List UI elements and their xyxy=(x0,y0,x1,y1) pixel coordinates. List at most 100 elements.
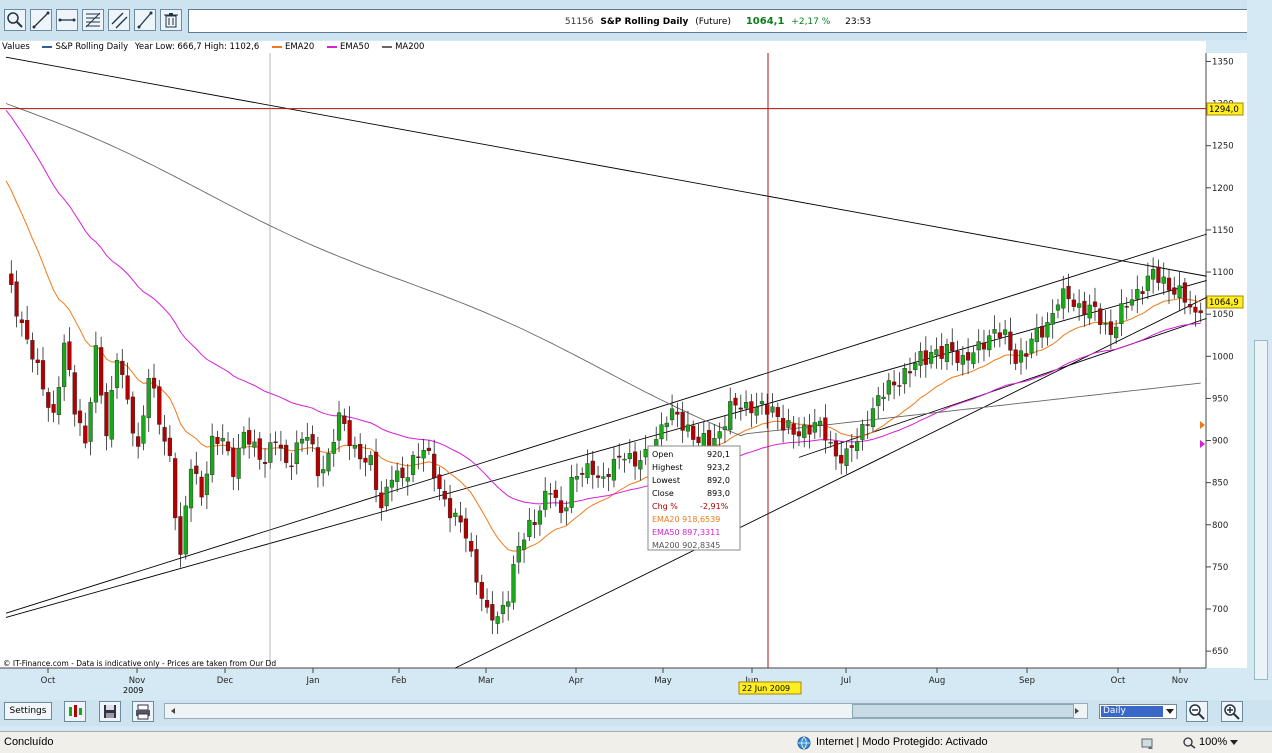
candle-body xyxy=(833,441,839,457)
candle-body xyxy=(294,442,299,465)
candle-body xyxy=(151,377,157,389)
candle-body xyxy=(379,492,384,509)
candle-body xyxy=(310,434,315,445)
candle-body xyxy=(892,381,897,386)
candle-body xyxy=(204,473,209,495)
candle-body xyxy=(907,371,913,374)
candle-body xyxy=(590,460,595,475)
candle-body xyxy=(442,490,447,500)
candle-body xyxy=(939,346,944,359)
channel-tool-icon[interactable] xyxy=(108,9,130,31)
candle-body xyxy=(77,410,83,424)
parallel-line-tool-icon[interactable] xyxy=(134,9,156,31)
candle-body xyxy=(950,342,955,352)
zoom-in-icon[interactable] xyxy=(1221,701,1243,722)
candle-body xyxy=(194,465,199,474)
zoom-icon[interactable] xyxy=(1183,737,1197,749)
candle-body xyxy=(585,463,590,479)
candle-body xyxy=(141,415,146,444)
candle-body xyxy=(987,335,992,351)
candle-body xyxy=(601,476,606,479)
settings-button[interactable]: Settings xyxy=(4,702,52,720)
candle-body xyxy=(426,447,432,452)
values-label: Values xyxy=(2,42,30,52)
candle-body xyxy=(717,431,722,439)
candle-body xyxy=(373,451,379,490)
candle-body xyxy=(40,360,46,390)
candle-body xyxy=(225,441,231,452)
x-axis-area xyxy=(0,668,1247,700)
candle-body xyxy=(638,460,643,470)
horizontal-line-tool-icon[interactable] xyxy=(56,9,78,31)
trash-icon[interactable] xyxy=(160,9,182,31)
candle-body xyxy=(14,281,19,317)
period-select[interactable]: Daily xyxy=(1099,704,1177,719)
ema50-label: EMA50 xyxy=(340,42,370,52)
quote-time: 23:53 xyxy=(845,17,872,27)
candle-body xyxy=(384,486,389,507)
candle-body xyxy=(199,476,204,498)
candle-body xyxy=(305,436,310,441)
candle-body xyxy=(1129,299,1135,306)
candle-body xyxy=(754,406,759,416)
candle-body xyxy=(1172,287,1177,295)
vertical-scrollbar[interactable] xyxy=(1254,340,1268,680)
candle-body xyxy=(500,605,506,614)
candle-body xyxy=(146,378,151,418)
y-tick-label: 1050 xyxy=(1212,310,1234,320)
candle-body xyxy=(1034,327,1039,343)
candle-body xyxy=(1151,269,1156,280)
svg-text:1294,0: 1294,0 xyxy=(1209,105,1239,115)
candle-body xyxy=(220,438,225,442)
candle-body xyxy=(458,515,463,523)
candle-body xyxy=(886,380,891,395)
candle-body xyxy=(1145,275,1150,291)
info-chg-value: -2,91% xyxy=(700,502,729,511)
candle-body xyxy=(400,467,405,479)
candle-body xyxy=(622,458,627,461)
plot-background xyxy=(0,53,1206,668)
candle-body xyxy=(1008,331,1013,351)
candle-body xyxy=(188,468,194,509)
candle-body xyxy=(511,564,516,603)
zoom-tool-icon[interactable] xyxy=(4,9,26,31)
candle-body xyxy=(315,447,320,477)
symbol-code: 51156 xyxy=(564,17,594,27)
candle-body xyxy=(569,477,574,508)
y-tick-label: 1250 xyxy=(1212,142,1234,152)
trendline-tool-icon[interactable] xyxy=(30,9,52,31)
zoom-out-icon[interactable] xyxy=(1186,701,1208,722)
candle-body xyxy=(675,411,680,415)
candle-body xyxy=(865,424,870,426)
candle-body xyxy=(664,422,669,428)
candle-body xyxy=(1003,329,1008,335)
candle-body xyxy=(728,401,733,430)
candle-body xyxy=(35,359,40,363)
candle-body xyxy=(659,424,664,440)
year-label: 2009 xyxy=(123,686,143,695)
candle-body xyxy=(611,458,617,481)
protected-mode-icon[interactable] xyxy=(1140,736,1154,750)
candle-body xyxy=(447,498,453,519)
candle-body xyxy=(855,441,860,451)
candle-body xyxy=(929,352,934,364)
candle-body xyxy=(1166,277,1172,291)
price-chart[interactable]: 650 700 750 800 850 900 950 1000 1050 1100 1150 120… xyxy=(0,53,1247,700)
print-icon[interactable] xyxy=(132,701,154,722)
candle-body xyxy=(796,431,802,437)
zoom-level[interactable]: 100% xyxy=(1199,736,1227,748)
scrollbar-thumb[interactable] xyxy=(852,704,1074,718)
candle-body xyxy=(691,425,696,440)
candle-body xyxy=(19,319,24,324)
candle-body xyxy=(358,443,363,460)
candle-body xyxy=(738,407,743,410)
fibonacci-tool-icon[interactable] xyxy=(82,9,104,31)
candle-body xyxy=(897,385,902,387)
chart-type-icon[interactable] xyxy=(64,701,86,722)
candle-body xyxy=(299,438,305,444)
candle-body xyxy=(178,516,183,555)
save-icon[interactable] xyxy=(99,701,121,722)
candle-body xyxy=(701,433,706,447)
candle-body xyxy=(828,441,833,444)
candle-body xyxy=(395,470,400,482)
